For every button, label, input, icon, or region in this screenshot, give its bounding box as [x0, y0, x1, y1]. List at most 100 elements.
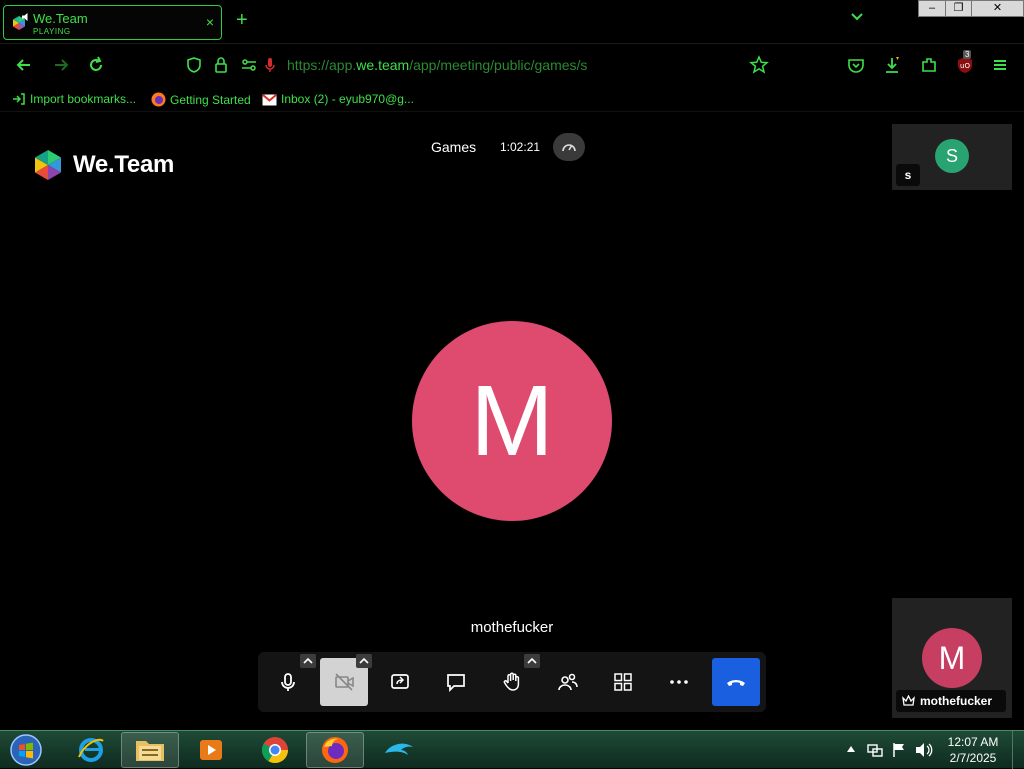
bookmarks-bar: Import bookmarks... Getting Started Inbo… — [0, 86, 1024, 112]
taskbar-media-player[interactable] — [182, 732, 240, 768]
participant-name: mothefucker — [920, 694, 993, 708]
internet-explorer-icon — [78, 738, 104, 762]
pocket-icon[interactable] — [846, 55, 866, 75]
tracking-shield-icon[interactable] — [184, 55, 204, 75]
participant-thumbnail-self[interactable]: M mothefucker — [892, 598, 1012, 718]
hamburger-menu-icon[interactable] — [990, 55, 1010, 75]
more-dots-icon — [670, 680, 688, 684]
clock-time: 12:07 AM — [947, 735, 999, 749]
bookmark-getting-started[interactable]: Getting Started — [151, 92, 251, 107]
show-desktop-button[interactable] — [1012, 731, 1024, 769]
participant-avatar: M — [922, 628, 982, 688]
chat-button[interactable] — [432, 658, 480, 706]
dolphin-icon — [385, 743, 413, 755]
logo-text: We.Team — [73, 151, 175, 178]
url-host: we.team — [356, 57, 410, 73]
hang-up-phone-icon — [727, 680, 745, 686]
new-tab-button[interactable]: + — [236, 10, 248, 30]
bookmark-label: Getting Started — [170, 93, 251, 107]
main-participant-name: mothefucker — [470, 619, 554, 636]
volume-icon[interactable] — [915, 742, 933, 758]
participants-icon — [558, 673, 578, 691]
bookmark-import[interactable]: Import bookmarks... — [12, 92, 136, 106]
taskbar-clock[interactable]: 12:07 AM 2/7/2025 — [940, 734, 1006, 766]
back-arrow-icon[interactable] — [14, 55, 34, 75]
lock-icon[interactable] — [211, 55, 231, 75]
url-prefix: https://app. — [287, 57, 357, 73]
caret-up-icon — [303, 657, 313, 664]
gmail-icon — [262, 94, 277, 106]
extensions-icon[interactable] — [919, 55, 939, 75]
weteam-logo-icon — [35, 150, 61, 180]
tab-title: We.Team — [33, 11, 88, 26]
tab-bar: We.Team PLAYING × + – ❐ ✕ — [0, 0, 1024, 44]
svg-text:uO: uO — [960, 62, 970, 70]
raise-hand-icon — [503, 672, 520, 691]
more-actions-button[interactable] — [655, 658, 703, 706]
participant-name-label: mothefucker — [896, 690, 1006, 712]
bookmark-label: Import bookmarks... — [30, 92, 137, 106]
folder-icon — [136, 741, 164, 761]
speedometer-icon — [562, 144, 576, 152]
meeting-page: We.Team Games 1:02:21 M mothefucker S s … — [0, 113, 1024, 730]
meeting-timer: 1:02:21 — [500, 140, 541, 154]
microphone-icon — [281, 673, 295, 691]
window-restore-button[interactable]: ❐ — [945, 0, 972, 17]
microphone-in-use-icon[interactable] — [260, 55, 280, 75]
grid-icon — [614, 673, 632, 691]
tray-expand-icon[interactable] — [846, 745, 856, 753]
downloads-icon[interactable] — [882, 55, 902, 75]
taskbar-internet-explorer[interactable] — [62, 732, 120, 768]
tab-list-chevron-icon[interactable] — [850, 12, 864, 22]
connection-quality-button[interactable] — [553, 133, 585, 161]
taskbar-chrome[interactable] — [246, 732, 304, 768]
taskbar-dolphin[interactable] — [370, 732, 428, 768]
tile-view-button[interactable] — [599, 658, 647, 706]
taskbar-firefox[interactable] — [306, 732, 364, 768]
screen-share-button[interactable] — [376, 658, 424, 706]
window-minimize-button[interactable]: – — [918, 0, 946, 17]
screen-share-icon — [391, 674, 409, 689]
weteam-logo[interactable]: We.Team — [32, 149, 174, 186]
network-icon[interactable] — [867, 742, 883, 758]
windows-start-icon[interactable] — [8, 733, 44, 767]
moderator-crown-icon — [902, 695, 915, 706]
hang-up-button[interactable] — [712, 658, 760, 706]
camera-off-icon — [335, 673, 354, 691]
windows-taskbar: 12:07 AM 2/7/2025 — [0, 730, 1024, 769]
ublock-badge-count: 3 — [963, 50, 972, 59]
participants-button[interactable] — [544, 658, 592, 706]
clock-date: 2/7/2025 — [949, 751, 997, 765]
import-icon — [13, 93, 25, 105]
action-center-flag-icon[interactable] — [891, 742, 907, 758]
ublock-extension-icon[interactable]: uO 3 — [955, 50, 975, 75]
main-participant-avatar: M — [412, 321, 612, 521]
participant-thumbnail-s[interactable]: S s — [892, 124, 1012, 190]
bookmark-star-icon[interactable] — [749, 55, 769, 75]
room-name: Games — [431, 139, 477, 155]
bookmark-label: Inbox (2) - eyub970@g... — [281, 92, 414, 106]
tab-playing-status: PLAYING — [33, 27, 71, 36]
chrome-icon — [261, 737, 289, 764]
browser-tab[interactable]: We.Team PLAYING × — [3, 5, 222, 40]
forward-arrow-icon[interactable] — [51, 55, 71, 75]
media-player-icon — [200, 740, 222, 760]
video-settings-caret[interactable] — [356, 654, 372, 668]
url-bar[interactable]: https://app.we.team/app/meeting/public/g… — [287, 57, 587, 73]
participant-avatar: S — [935, 139, 969, 173]
meeting-toolbar — [258, 652, 766, 712]
participant-name-label: s — [896, 164, 920, 186]
firefox-icon — [322, 737, 348, 763]
permissions-icon[interactable] — [239, 55, 259, 75]
url-path: /app/meeting/public/games/s — [409, 57, 588, 73]
taskbar-file-explorer[interactable] — [121, 732, 179, 768]
speaker-playing-icon[interactable] — [21, 12, 31, 22]
caret-up-icon — [527, 657, 537, 664]
reload-icon[interactable] — [86, 55, 106, 75]
bookmark-gmail-inbox[interactable]: Inbox (2) - eyub970@g... — [262, 92, 414, 106]
chat-icon — [447, 674, 465, 693]
reactions-caret[interactable] — [524, 654, 540, 668]
window-close-button[interactable]: ✕ — [971, 0, 1024, 17]
audio-settings-caret[interactable] — [300, 654, 316, 668]
tab-close-icon[interactable]: × — [206, 14, 214, 30]
